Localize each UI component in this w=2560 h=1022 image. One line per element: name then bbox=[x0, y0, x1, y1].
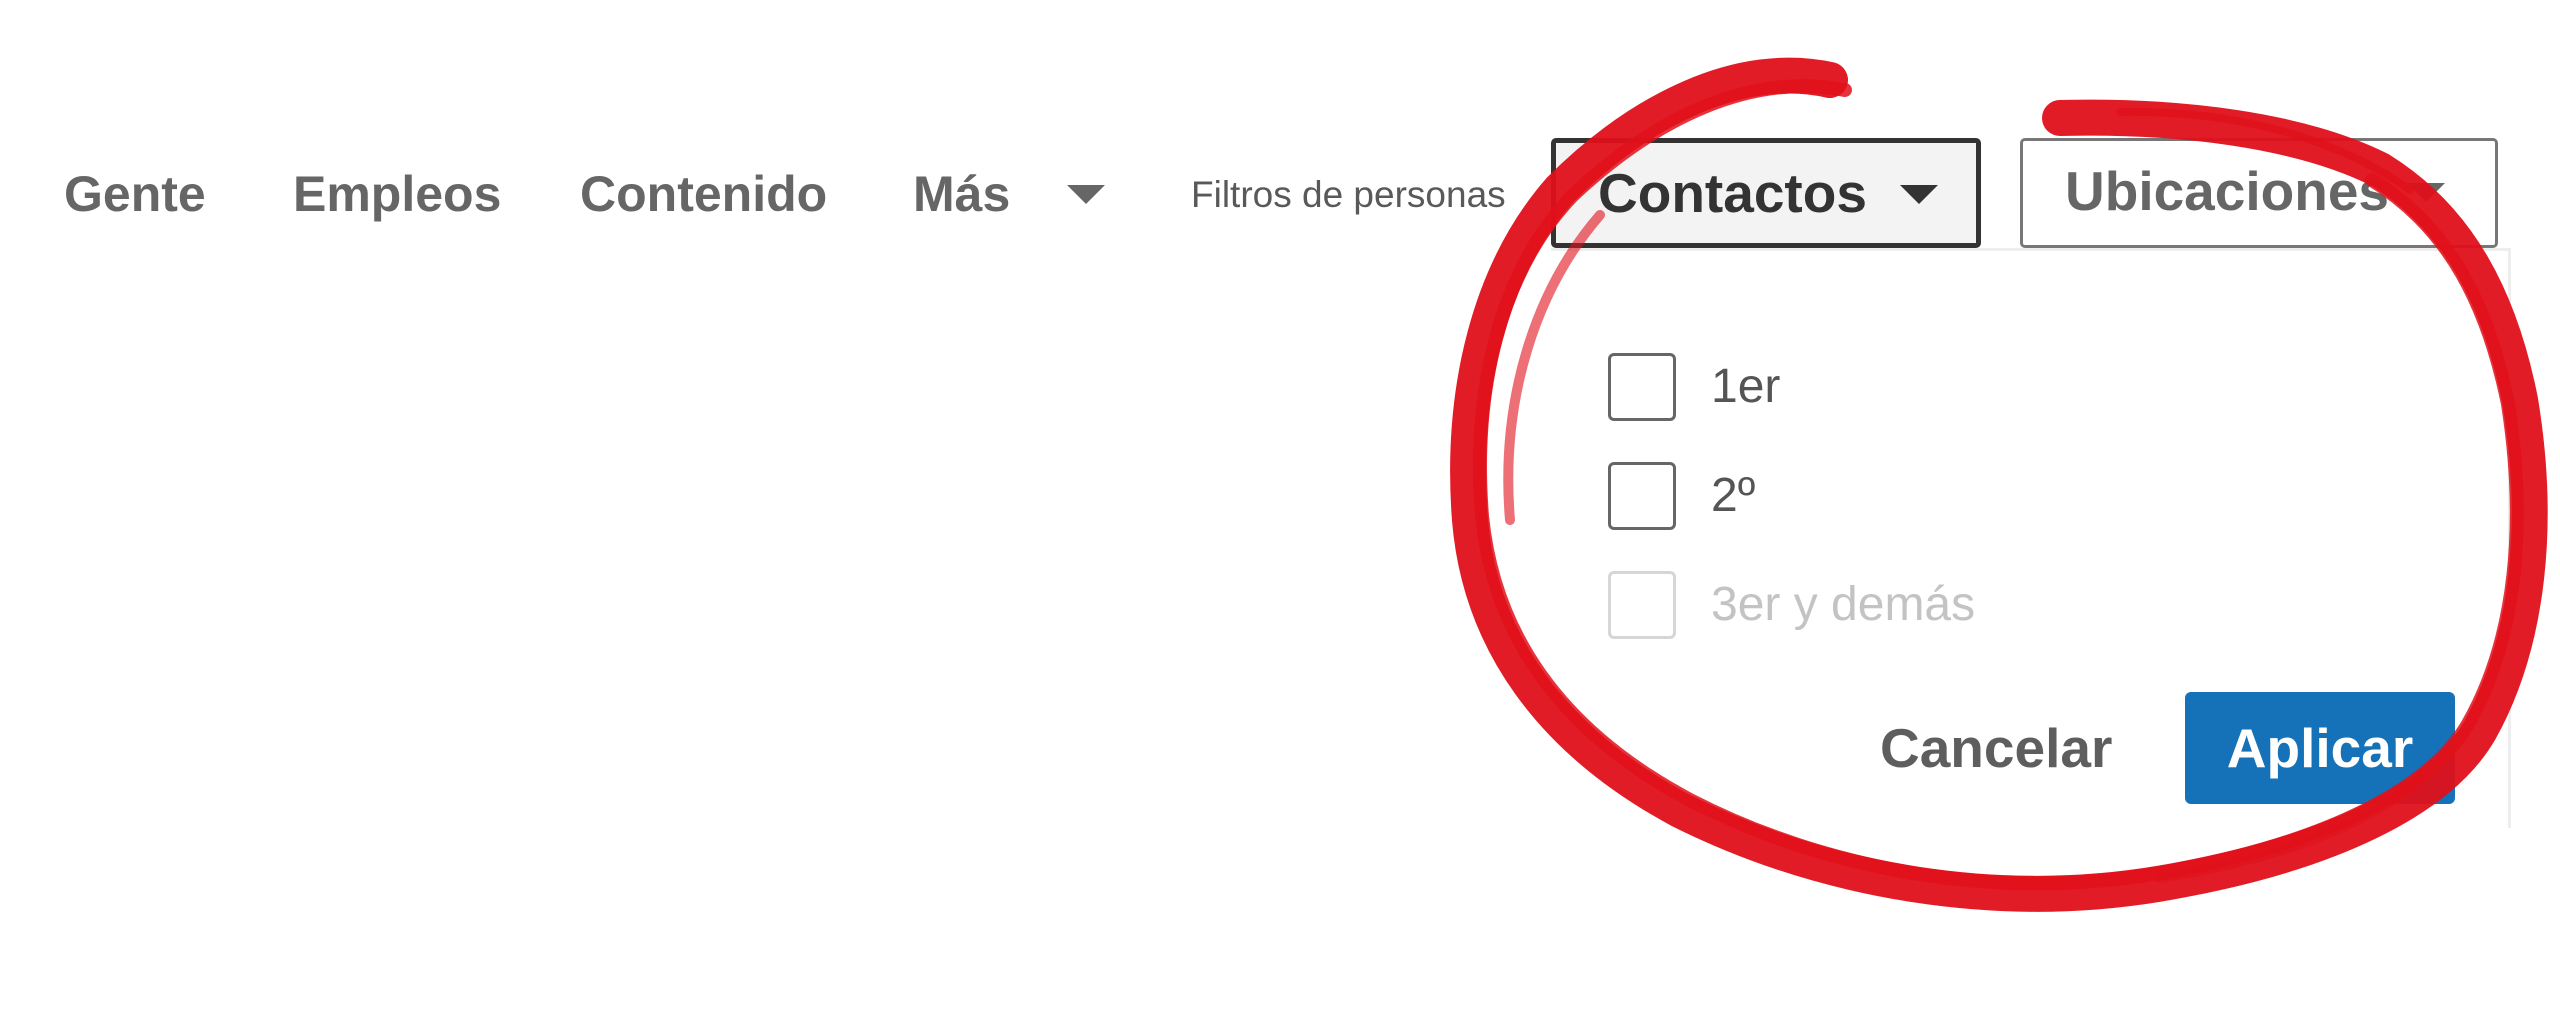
nav-item-mas[interactable]: Más bbox=[913, 160, 1113, 228]
nav-item-label: Gente bbox=[64, 166, 206, 222]
checkbox-1er[interactable] bbox=[1608, 353, 1676, 421]
ubicaciones-filter-button[interactable]: Ubicaciones bbox=[2020, 138, 2498, 248]
checkbox-3er-y-demas bbox=[1608, 571, 1676, 639]
ubicaciones-filter-label: Ubicaciones bbox=[2065, 160, 2390, 222]
nav-item-gente[interactable]: Gente bbox=[64, 160, 206, 228]
contactos-filter-button[interactable]: Contactos bbox=[1551, 138, 1981, 248]
nav-item-contenido[interactable]: Contenido bbox=[580, 160, 827, 228]
nav-item-empleos[interactable]: Empleos bbox=[293, 160, 501, 228]
checkbox-2o[interactable] bbox=[1608, 462, 1676, 530]
option-label: 3er y demás bbox=[1711, 578, 1976, 631]
caret-down-icon bbox=[1900, 185, 1938, 204]
apply-button[interactable]: Aplicar bbox=[2185, 692, 2455, 804]
filters-label: Filtros de personas bbox=[1191, 174, 1506, 215]
nav-item-label: Empleos bbox=[293, 166, 502, 222]
caret-down-icon bbox=[2407, 183, 2445, 202]
contactos-filter-label: Contactos bbox=[1598, 162, 1867, 224]
nav-item-label: Contenido bbox=[580, 166, 828, 222]
cancel-button[interactable]: Cancelar bbox=[1880, 712, 2112, 784]
option-label: 1er bbox=[1711, 360, 1781, 413]
option-label: 2º bbox=[1711, 469, 1756, 522]
caret-down-icon bbox=[1067, 185, 1105, 204]
nav-item-label: Más bbox=[913, 166, 1011, 222]
